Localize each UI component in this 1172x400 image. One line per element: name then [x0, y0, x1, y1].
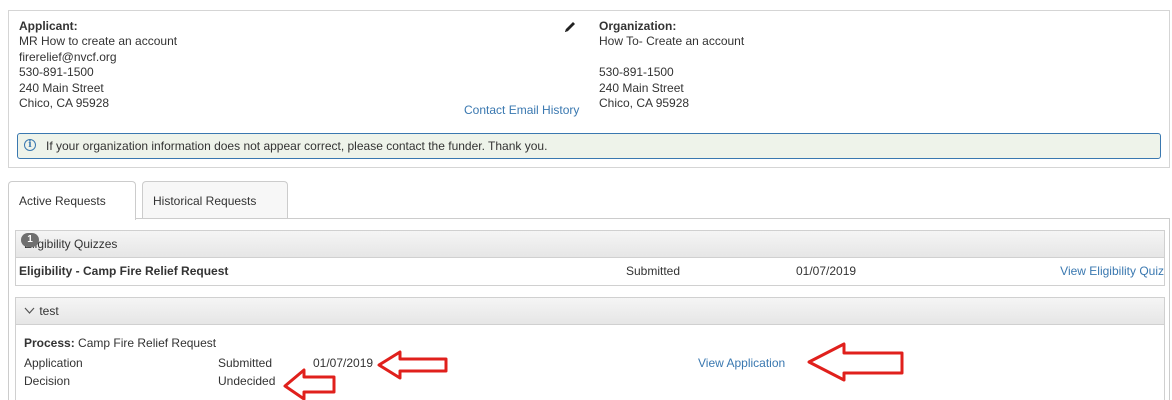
process-name: Camp Fire Relief Request [78, 336, 217, 350]
arrow-left-icon [807, 342, 904, 382]
applicant-name: MR How to create an account [19, 34, 178, 49]
applicant-column: Applicant: MR How to create an account f… [19, 19, 177, 111]
organization-header: Organization: [599, 19, 677, 33]
tab-historical-requests[interactable]: Historical Requests 0 [142, 181, 288, 247]
decision-label: Decision [24, 374, 71, 388]
chevron-down-icon[interactable] [24, 299, 36, 325]
request-group-name: test [39, 304, 59, 318]
process-line: Process: Camp Fire Relief Request [24, 336, 216, 350]
request-group-header[interactable]: test [16, 298, 1164, 325]
eligibility-quizzes-section: Eligibility Quizzes Eligibility - Camp F… [15, 230, 1165, 286]
process-label: Process: [24, 336, 75, 350]
notice-text: If your organization information does no… [46, 139, 548, 153]
tab-active-requests-label: Active Requests [19, 194, 106, 208]
organization-city: Chico, CA 95928 [599, 96, 690, 111]
application-status: Submitted [218, 356, 273, 370]
active-requests-count-badge: 1 [21, 233, 39, 247]
application-label: Application [24, 356, 83, 370]
organization-street: 240 Main Street [599, 80, 684, 95]
applicant-info-panel: Applicant: MR How to create an account f… [8, 10, 1170, 168]
organization-phone: 530-891-1500 [599, 65, 674, 80]
eligibility-quizzes-header: Eligibility Quizzes [16, 231, 1164, 258]
arrow-left-icon [283, 368, 336, 400]
quiz-name: Eligibility - Camp Fire Relief Request [19, 264, 229, 278]
organization-column: Organization: How To- Create an account … [599, 19, 744, 111]
quiz-date: 01/07/2019 [796, 264, 857, 278]
applicant-city: Chico, CA 95928 [19, 96, 110, 111]
applicant-street: 240 Main Street [19, 80, 104, 95]
applicant-header: Applicant: [19, 19, 78, 33]
applicant-email: firerelief@nvcf.org [19, 49, 117, 64]
view-application-link[interactable]: View Application [698, 356, 785, 370]
organization-name: How To- Create an account [599, 34, 745, 49]
organization-spacer [599, 50, 744, 65]
applicant-phone: 530-891-1500 [19, 65, 94, 80]
table-row: Eligibility - Camp Fire Relief Request S… [16, 258, 1164, 284]
quiz-status: Submitted [626, 264, 681, 278]
info-icon: i [24, 139, 36, 151]
tab-historical-requests-label: Historical Requests [153, 194, 257, 208]
arrow-left-icon [377, 350, 448, 380]
tab-active-requests[interactable]: Active Requests 1 [8, 181, 136, 247]
contact-email-history-link[interactable]: Contact Email History [464, 103, 579, 117]
request-group-section: test Process: Camp Fire Relief Request A… [15, 297, 1165, 400]
decision-status: Undecided [218, 374, 276, 388]
organization-notice: i If your organization information does … [17, 133, 1161, 159]
pencil-icon[interactable] [563, 20, 577, 34]
view-eligibility-quiz-link[interactable]: View Eligibility Quiz [1060, 258, 1164, 284]
